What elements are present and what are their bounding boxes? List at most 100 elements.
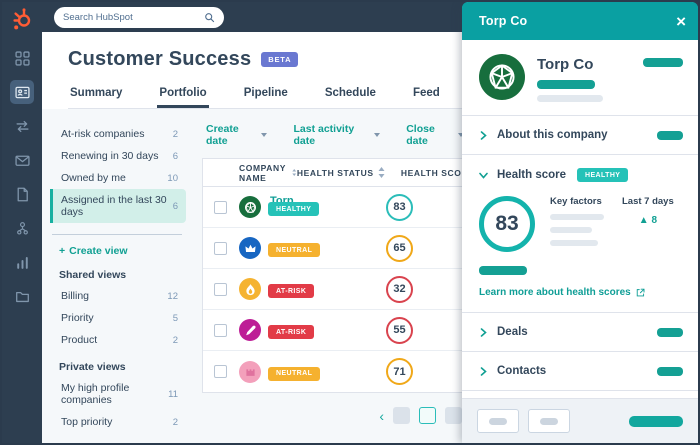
panel-company-name: Torp Co	[537, 56, 603, 73]
view-my-high-profile-companies[interactable]: My high profile companies 11	[50, 377, 186, 411]
page-button-current[interactable]	[419, 407, 436, 424]
tab-summary[interactable]: Summary	[68, 87, 124, 108]
section-contacts[interactable]: Contacts	[462, 352, 698, 391]
footer-button[interactable]	[528, 409, 570, 433]
previous-page-button[interactable]: ‹	[379, 409, 384, 423]
tab-portfolio[interactable]: Portfolio	[157, 87, 208, 108]
redacted-text	[550, 227, 592, 233]
section-deals[interactable]: Deals	[462, 313, 698, 352]
page-button[interactable]	[445, 407, 462, 424]
page-button[interactable]	[393, 407, 410, 424]
trend-delta: ▲ 8	[622, 215, 674, 226]
company-avatar	[479, 54, 525, 100]
nav-rail	[2, 2, 42, 443]
column-health-status[interactable]: HEALTH STATUS	[297, 167, 401, 178]
table-row[interactable]: NEUTRAL 65	[203, 228, 464, 269]
view-count: 2	[173, 417, 178, 428]
section-about-this-company[interactable]: About this company	[462, 116, 698, 155]
table-row[interactable]: Torp Co HEALTHY 83	[203, 187, 464, 228]
view-renewing-30-days[interactable]: Renewing in 30 days 6	[50, 145, 186, 167]
redacted-text	[537, 95, 603, 102]
contacts-card-icon[interactable]	[10, 80, 34, 104]
view-top-priority[interactable]: Top priority 2	[50, 411, 186, 433]
sort-icon	[378, 167, 385, 178]
column-company-name[interactable]: COMPANY NAME	[239, 163, 297, 183]
chevron-right-icon	[479, 367, 488, 376]
redacted-text	[537, 80, 595, 89]
health-score-ring: 83	[386, 194, 413, 221]
castle-icon	[244, 365, 257, 378]
panel-spacer	[462, 391, 698, 398]
learn-more-link[interactable]: Learn more about health scores	[479, 287, 683, 298]
chevron-down-icon[interactable]	[479, 171, 488, 180]
row-checkbox[interactable]	[214, 201, 227, 214]
redacted-action[interactable]	[657, 367, 683, 376]
footer-button[interactable]	[477, 409, 519, 433]
company-avatar	[239, 196, 261, 218]
column-health-score[interactable]: HEALTH SCORE	[401, 167, 464, 178]
org-chart-icon[interactable]	[10, 216, 34, 240]
document-icon[interactable]	[10, 182, 34, 206]
redacted-text	[479, 266, 527, 275]
create-view-button[interactable]: + Create view	[59, 245, 186, 257]
triangle-up-icon: ▲	[639, 215, 649, 226]
tab-pipeline[interactable]: Pipeline	[242, 87, 290, 108]
filter-close-date[interactable]: Close date	[406, 123, 464, 147]
table-row[interactable]: AT-RISK 55	[203, 310, 464, 351]
view-count: 2	[173, 335, 178, 346]
view-owned-by-me[interactable]: Owned by me 10	[50, 167, 186, 189]
folder-icon[interactable]	[10, 284, 34, 308]
hubspot-logo-icon[interactable]	[10, 7, 34, 31]
filter-bar: Create date Last activity date Close dat…	[206, 123, 464, 147]
key-factors-label: Key factors	[550, 196, 604, 207]
plus-icon: +	[59, 245, 65, 257]
redacted-label	[540, 418, 558, 425]
company-preview-panel: Torp Co × Torp Co About this company Hea…	[462, 2, 698, 443]
view-product[interactable]: Product 2	[50, 329, 186, 351]
company-avatar	[239, 361, 261, 383]
table-row[interactable]: AT-RISK 32	[203, 269, 464, 310]
redacted-action[interactable]	[657, 328, 683, 337]
redacted-action[interactable]	[643, 58, 683, 67]
view-assigned-last-30-days[interactable]: Assigned in the last 30 days 6	[50, 189, 186, 223]
globe-icon	[244, 201, 257, 214]
main-area: Customer Success BETA Summary Portfolio …	[42, 32, 464, 443]
envelope-icon[interactable]	[10, 148, 34, 172]
pen-icon	[244, 324, 257, 337]
page-title: Customer Success	[68, 48, 251, 71]
trend-label: Last 7 days	[622, 196, 674, 207]
view-count: 12	[167, 291, 178, 302]
row-checkbox[interactable]	[214, 324, 227, 337]
row-checkbox[interactable]	[214, 242, 227, 255]
sync-arrows-icon[interactable]	[10, 114, 34, 138]
grid-icon[interactable]	[10, 46, 34, 70]
close-icon[interactable]: ×	[676, 13, 686, 30]
health-score-ring: 71	[386, 358, 413, 385]
view-billing[interactable]: Billing 12	[50, 285, 186, 307]
redacted-text	[550, 240, 598, 246]
companies-table: COMPANY NAME HEALTH STATUS HEALTH SCORE …	[202, 158, 464, 393]
chevron-right-icon	[479, 328, 488, 337]
table-row[interactable]: NEUTRAL 71	[203, 351, 464, 392]
tab-feed[interactable]: Feed	[411, 87, 442, 108]
row-checkbox[interactable]	[214, 365, 227, 378]
view-at-risk-companies[interactable]: At-risk companies 2	[50, 123, 186, 145]
view-count: 10	[167, 173, 178, 184]
search-icon	[204, 12, 215, 23]
globe-icon	[487, 62, 517, 92]
page-header: Customer Success BETA Summary Portfolio …	[42, 32, 464, 109]
tab-schedule[interactable]: Schedule	[323, 87, 378, 108]
footer-primary-action[interactable]	[629, 416, 683, 427]
filter-create-date[interactable]: Create date	[206, 123, 267, 147]
company-avatar	[239, 319, 261, 341]
bar-chart-icon[interactable]	[10, 250, 34, 274]
view-priority[interactable]: Priority 5	[50, 307, 186, 329]
view-count: 2	[173, 129, 178, 140]
row-checkbox[interactable]	[214, 283, 227, 296]
search-input[interactable]	[63, 12, 204, 23]
global-search[interactable]	[54, 7, 224, 28]
panel-header: Torp Co ×	[462, 2, 698, 40]
filter-last-activity-date[interactable]: Last activity date	[293, 123, 380, 147]
redacted-action[interactable]	[657, 131, 683, 140]
redacted-text	[550, 214, 604, 220]
